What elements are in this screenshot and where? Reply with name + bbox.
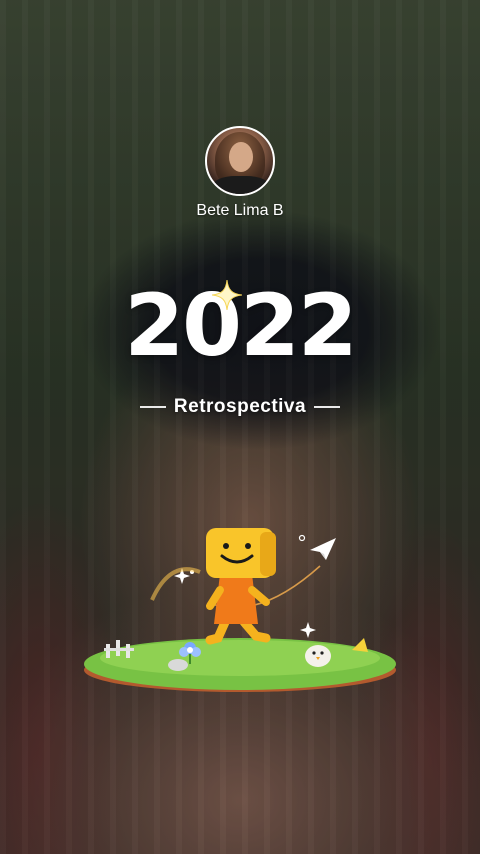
chick-icon [305, 645, 331, 667]
ring-icon [298, 534, 306, 542]
fence-icon [104, 640, 134, 658]
story-screen[interactable]: Bete Lima B 2022 Retrospectiva [0, 0, 480, 854]
username-label[interactable]: Bete Lima B [0, 202, 480, 220]
sparkle-small-icon-2 [300, 622, 316, 638]
mascot-scene [84, 528, 396, 692]
subtitle-divider-left [139, 406, 166, 408]
profile-avatar[interactable] [205, 126, 275, 196]
paper-plane-icon [310, 538, 336, 560]
avatar-face [229, 142, 253, 172]
sparkle-icon [212, 280, 242, 310]
subtitle-row: Retrospectiva [0, 396, 480, 418]
avatar-shirt [213, 176, 269, 194]
subtitle-text: Retrospectiva [173, 396, 307, 417]
triangle-icon [352, 638, 368, 652]
subtitle-divider-right [314, 406, 341, 408]
grass-island [84, 638, 396, 692]
rock-icon [168, 659, 188, 671]
smiley-box-mascot [205, 528, 276, 645]
rainbow-arc [150, 567, 201, 601]
